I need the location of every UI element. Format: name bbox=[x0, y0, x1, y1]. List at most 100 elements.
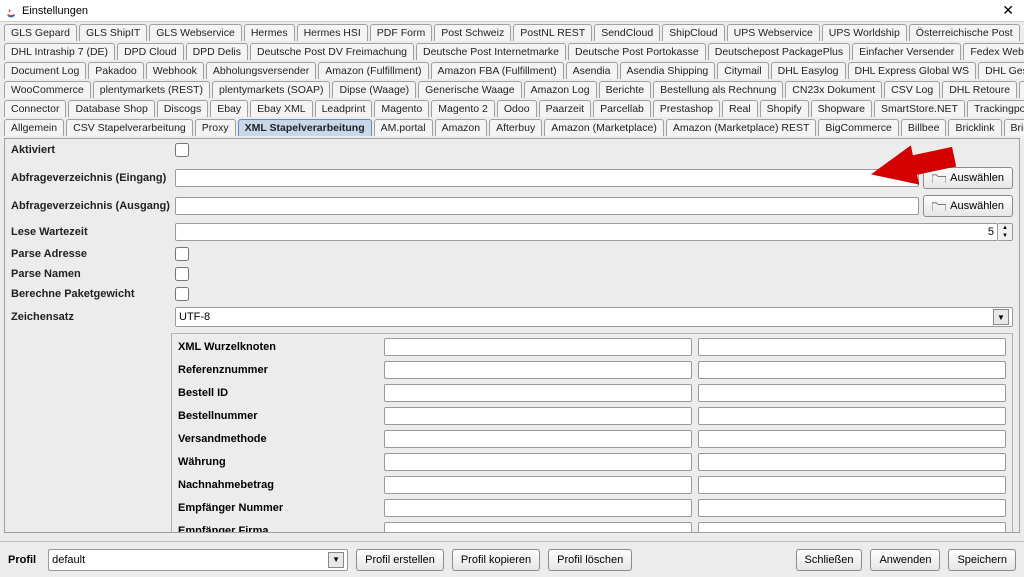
tab-asendia-shipping[interactable]: Asendia Shipping bbox=[620, 62, 716, 79]
field-input-2[interactable] bbox=[698, 361, 1006, 379]
tab-xml-stapelverarbeitung[interactable]: XML Stapelverarbeitung bbox=[238, 119, 372, 136]
field-input-2[interactable] bbox=[698, 430, 1006, 448]
checkbox-parse-namen[interactable] bbox=[175, 267, 189, 281]
field-input-1[interactable] bbox=[384, 476, 692, 494]
tab-dpd-delis[interactable]: DPD Delis bbox=[186, 43, 248, 60]
tab-pakadoo[interactable]: Pakadoo bbox=[88, 62, 143, 79]
field-input-2[interactable] bbox=[698, 407, 1006, 425]
field-input-2[interactable] bbox=[698, 338, 1006, 356]
tab-magento-2[interactable]: Magento 2 bbox=[431, 100, 495, 117]
tab-deutsche-post-dv-freimachung[interactable]: Deutsche Post DV Freimachung bbox=[250, 43, 414, 60]
tab-bestellung-als-rechnung[interactable]: Bestellung als Rechnung bbox=[653, 81, 783, 98]
tab-hermes[interactable]: Hermes bbox=[244, 24, 295, 41]
tab-amazon-marketplace-rest[interactable]: Amazon (Marketplace) REST bbox=[666, 119, 817, 136]
tab-postnl-rest[interactable]: PostNL REST bbox=[513, 24, 592, 41]
tab-billbee[interactable]: Billbee bbox=[901, 119, 947, 136]
tab-deutsche-post-internetmarke[interactable]: Deutsche Post Internetmarke bbox=[416, 43, 566, 60]
field-input-2[interactable] bbox=[698, 476, 1006, 494]
tab-magento[interactable]: Magento bbox=[374, 100, 429, 117]
tab-paarzeit[interactable]: Paarzeit bbox=[539, 100, 592, 117]
tab-dhl-express-global-ws[interactable]: DHL Express Global WS bbox=[848, 62, 977, 79]
tab-gls-webservice[interactable]: GLS Webservice bbox=[149, 24, 242, 41]
tab-ups-worldship[interactable]: UPS Worldship bbox=[822, 24, 907, 41]
tab-post-schweiz[interactable]: Post Schweiz bbox=[434, 24, 511, 41]
field-input-1[interactable] bbox=[384, 338, 692, 356]
tab-deutsche-post-portokasse[interactable]: Deutsche Post Portokasse bbox=[568, 43, 706, 60]
field-input-2[interactable] bbox=[698, 384, 1006, 402]
tab-real[interactable]: Real bbox=[722, 100, 758, 117]
field-input-2[interactable] bbox=[698, 499, 1006, 517]
field-input-1[interactable] bbox=[384, 430, 692, 448]
button-speichern[interactable]: Speichern bbox=[948, 549, 1016, 571]
spinner-buttons[interactable]: ▲▼ bbox=[998, 223, 1013, 241]
tab-discogs[interactable]: Discogs bbox=[157, 100, 208, 117]
tab-berichte[interactable]: Berichte bbox=[599, 81, 652, 98]
tab-shopware[interactable]: Shopware bbox=[811, 100, 872, 117]
tab-generische-waage[interactable]: Generische Waage bbox=[418, 81, 522, 98]
tab-bricklink[interactable]: Bricklink bbox=[948, 119, 1001, 136]
button-eingang-auswaehlen[interactable]: Auswählen bbox=[923, 167, 1013, 189]
tab-amazon-fulfillment-[interactable]: Amazon (Fulfillment) bbox=[318, 62, 428, 79]
button-schliessen[interactable]: Schließen bbox=[796, 549, 863, 571]
tab-csv-log[interactable]: CSV Log bbox=[884, 81, 940, 98]
button-anwenden[interactable]: Anwenden bbox=[870, 549, 940, 571]
tab-parcellab[interactable]: Parcellab bbox=[593, 100, 651, 117]
tab-asendia[interactable]: Asendia bbox=[566, 62, 618, 79]
select-zeichensatz[interactable]: UTF-8 ▼ bbox=[175, 307, 1013, 327]
tab-afterbuy[interactable]: Afterbuy bbox=[489, 119, 542, 136]
tab--sterreichische-post[interactable]: Österreichische Post bbox=[909, 24, 1020, 41]
tab-bigcommerce[interactable]: BigCommerce bbox=[818, 119, 899, 136]
field-input-1[interactable] bbox=[384, 407, 692, 425]
field-input-1[interactable] bbox=[384, 361, 692, 379]
tab-connector[interactable]: Connector bbox=[4, 100, 66, 117]
input-wartezeit[interactable] bbox=[175, 223, 998, 241]
tab-gls-shipit[interactable]: GLS ShipIT bbox=[79, 24, 147, 41]
button-profil-erstellen[interactable]: Profil erstellen bbox=[356, 549, 444, 571]
tab-database-shop[interactable]: Database Shop bbox=[68, 100, 154, 117]
button-ausgang-auswaehlen[interactable]: Auswählen bbox=[923, 195, 1013, 217]
tab-smartstore-net[interactable]: SmartStore.NET bbox=[874, 100, 965, 117]
tab-citymail[interactable]: Citymail bbox=[717, 62, 768, 79]
tab-proxy[interactable]: Proxy bbox=[195, 119, 236, 136]
checkbox-paketgewicht[interactable] bbox=[175, 287, 189, 301]
field-input-1[interactable] bbox=[384, 499, 692, 517]
field-input-1[interactable] bbox=[384, 453, 692, 471]
tab-plentymarkets-rest-[interactable]: plentymarkets (REST) bbox=[93, 81, 210, 98]
tab-document-log[interactable]: Document Log bbox=[4, 62, 86, 79]
tab-document-downloader[interactable]: Document Downloader bbox=[1019, 81, 1024, 98]
button-profil-kopieren[interactable]: Profil kopieren bbox=[452, 549, 540, 571]
tab-abholungsversender[interactable]: Abholungsversender bbox=[206, 62, 316, 79]
tab-woocommerce[interactable]: WooCommerce bbox=[4, 81, 91, 98]
tab-shipcloud[interactable]: ShipCloud bbox=[662, 24, 724, 41]
tab-csv-stapelverarbeitung[interactable]: CSV Stapelverarbeitung bbox=[66, 119, 193, 136]
field-input-1[interactable] bbox=[384, 384, 692, 402]
tab-webhook[interactable]: Webhook bbox=[146, 62, 204, 79]
tab-amazon-marketplace-[interactable]: Amazon (Marketplace) bbox=[544, 119, 664, 136]
checkbox-parse-adresse[interactable] bbox=[175, 247, 189, 261]
tab-cn23x-dokument[interactable]: CN23x Dokument bbox=[785, 81, 882, 98]
checkbox-aktiviert[interactable] bbox=[175, 143, 189, 157]
tab-leadprint[interactable]: Leadprint bbox=[315, 100, 373, 117]
tab-allgemein[interactable]: Allgemein bbox=[4, 119, 64, 136]
close-icon[interactable]: ✕ bbox=[996, 2, 1020, 19]
tab-dhl-gesch-ftskundenversand[interactable]: DHL Geschäftskundenversand bbox=[978, 62, 1024, 79]
tab-brickowl[interactable]: Brickowl bbox=[1004, 119, 1024, 136]
tab-ebay-xml[interactable]: Ebay XML bbox=[250, 100, 312, 117]
tab-dhl-easylog[interactable]: DHL Easylog bbox=[771, 62, 846, 79]
tab-sendcloud[interactable]: SendCloud bbox=[594, 24, 660, 41]
tab-hermes-hsi[interactable]: Hermes HSI bbox=[297, 24, 368, 41]
field-input-2[interactable] bbox=[698, 453, 1006, 471]
tab-dipse-waage-[interactable]: Dipse (Waage) bbox=[332, 81, 416, 98]
tab-am-portal[interactable]: AM.portal bbox=[374, 119, 433, 136]
tab-shopify[interactable]: Shopify bbox=[760, 100, 809, 117]
select-profil[interactable]: default ▼ bbox=[48, 549, 348, 571]
tab-odoo[interactable]: Odoo bbox=[497, 100, 537, 117]
tab-dhl-intraship-7-de-[interactable]: DHL Intraship 7 (DE) bbox=[4, 43, 115, 60]
tab-pdf-form[interactable]: PDF Form bbox=[370, 24, 432, 41]
tab-einfacher-versender[interactable]: Einfacher Versender bbox=[852, 43, 961, 60]
tab-ups-webservice[interactable]: UPS Webservice bbox=[727, 24, 820, 41]
field-input-1[interactable] bbox=[384, 522, 692, 533]
field-input-2[interactable] bbox=[698, 522, 1006, 533]
tab-amazon-fba-fulfillment-[interactable]: Amazon FBA (Fulfillment) bbox=[431, 62, 564, 79]
tab-plentymarkets-soap-[interactable]: plentymarkets (SOAP) bbox=[212, 81, 330, 98]
